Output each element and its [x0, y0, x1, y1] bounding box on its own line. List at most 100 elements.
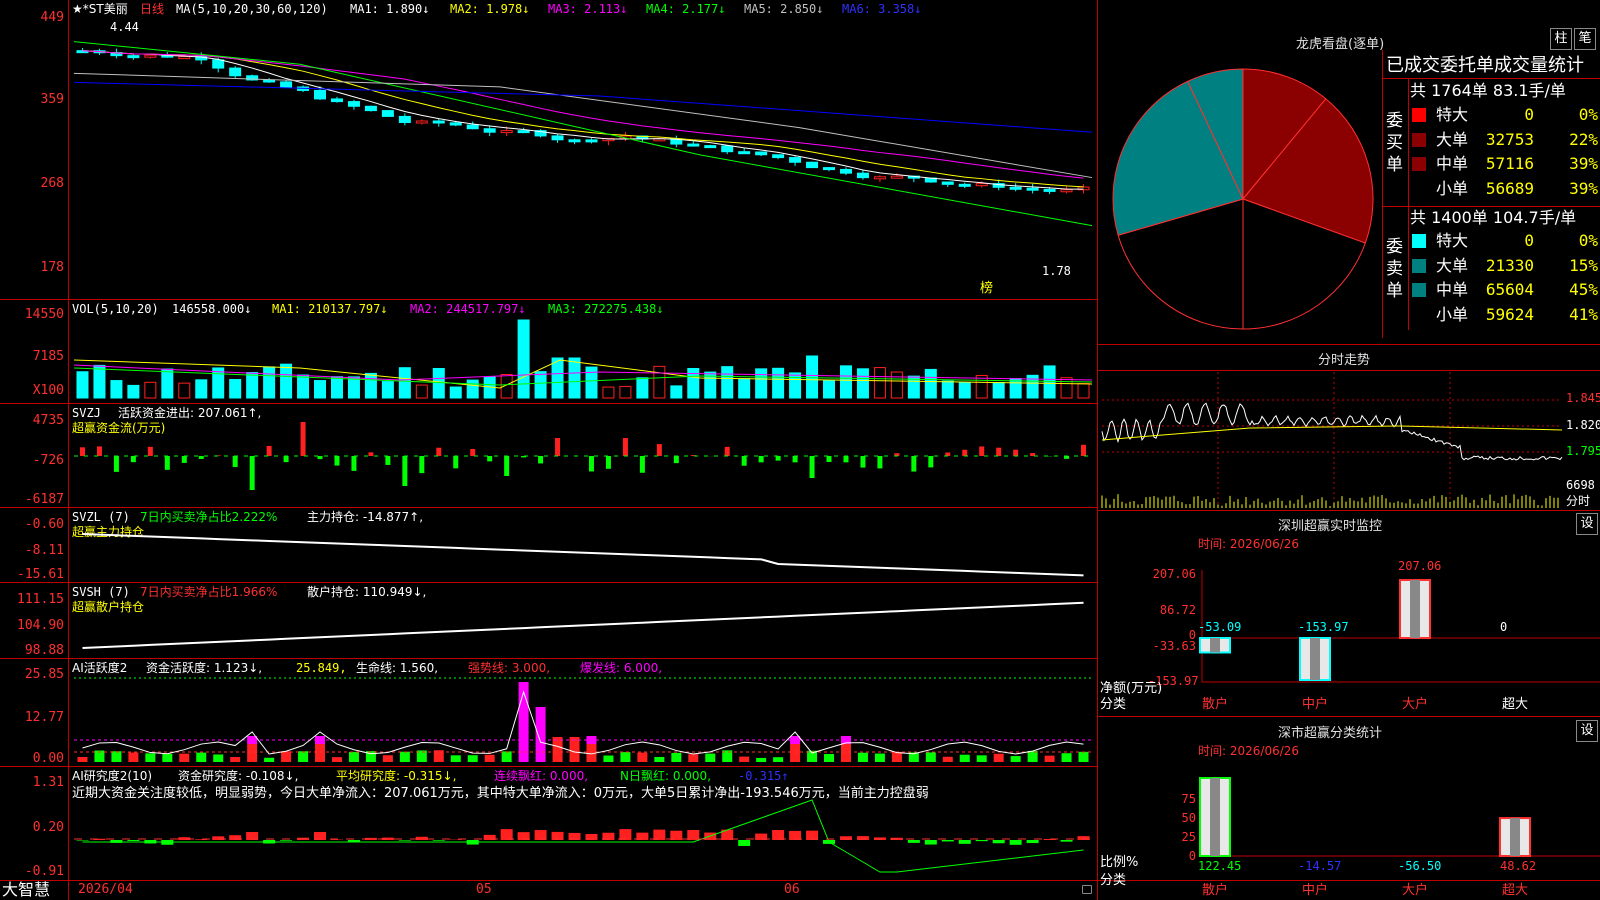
volume-bar: [924, 368, 937, 399]
buy-row-label: 中单: [1436, 154, 1469, 173]
candle-body: [280, 81, 293, 88]
candle-body: [806, 161, 819, 169]
buy-swatch: [1412, 108, 1426, 122]
svzj-bar: [283, 456, 289, 463]
volume-bar: [856, 368, 869, 399]
volume-bar: [1043, 365, 1056, 399]
ai1-bar: [790, 744, 801, 762]
volume-bar: [263, 366, 276, 399]
buy-row-value: 56689: [1485, 178, 1534, 198]
volume-bar: [687, 367, 700, 399]
svzj-bar: [826, 456, 832, 462]
volume-bar: [330, 376, 343, 399]
ai2-bar: [619, 829, 632, 840]
ai2-bar: [280, 840, 293, 841]
volume-bar: [551, 357, 564, 399]
ai1-bar: [688, 754, 699, 762]
szcy-val-4: 0: [1500, 620, 1508, 634]
svzj-bar: [181, 456, 187, 463]
sell-row-label: 特大: [1436, 231, 1469, 250]
ai1-bar: [331, 757, 342, 762]
sscy-settings-button[interactable]: 设: [1576, 720, 1598, 742]
ai1-bar: [162, 753, 173, 762]
sscy-y-tick-3: 25: [1181, 830, 1196, 844]
ai1-bar: [247, 744, 258, 762]
ai1-bar: [128, 752, 139, 762]
svzj-bar: [639, 456, 645, 473]
sscy-y-tick-4: 0: [1188, 849, 1196, 863]
candle-body: [687, 143, 700, 147]
svzj-bar: [385, 456, 391, 465]
sell-swatch: [1412, 308, 1426, 322]
svzj-bar: [419, 456, 425, 474]
volume-bar: [178, 382, 191, 399]
volume-bar: [1009, 378, 1022, 399]
svzj-bar: [300, 422, 306, 456]
szcy-xlabel: 分类: [1100, 697, 1127, 712]
szcy-val-3: 207.06: [1398, 559, 1442, 573]
ai2-bar: [941, 840, 954, 842]
pen-mode-button[interactable]: 笔: [1574, 28, 1596, 50]
fenshi-y-tick-1: 1.845: [1566, 391, 1600, 405]
ai1-activity-line: [82, 690, 1084, 755]
szcy-y-tick-4: -33.63: [1152, 639, 1196, 653]
ai1-bar: [569, 737, 580, 762]
candle-body: [1009, 186, 1022, 190]
ai1-bar: [501, 751, 512, 762]
buy-row-value: 0: [1524, 105, 1534, 124]
svzj-bar: [317, 456, 323, 460]
buy-row: 特大 0 0%: [1410, 104, 1600, 126]
ai1-bar: [535, 707, 546, 762]
svzj-bar: [877, 456, 883, 469]
volume-bar: [772, 367, 785, 399]
fenshi-avg-line: [1101, 425, 1563, 441]
buy-row: 大单 32753 22%: [1410, 129, 1600, 151]
candle-body: [839, 168, 852, 174]
buy-row-pct: 0%: [1578, 105, 1598, 124]
candle-body: [1026, 187, 1039, 191]
volume-bar: [721, 366, 734, 399]
volume-bar: [93, 364, 106, 399]
volume-bar: [212, 367, 225, 399]
candle-body: [890, 175, 903, 179]
volume-bar: [992, 381, 1005, 399]
bar-mode-button[interactable]: 柱: [1550, 28, 1572, 50]
svzj-bar: [402, 456, 408, 486]
sscy-xlabel: 分类: [1100, 873, 1127, 888]
volume-bar: [347, 376, 360, 399]
sscy-title: 深市超赢分类统计: [1278, 726, 1383, 741]
svzj-bar: [79, 447, 85, 456]
ai2-bar: [975, 840, 988, 842]
candle-body: [212, 59, 225, 69]
ai1-bar: [111, 751, 122, 762]
buy-row-label: 大单: [1436, 129, 1469, 149]
volume-bar: [602, 386, 615, 399]
volume-bar: [534, 371, 547, 399]
volume-bar: [110, 380, 123, 399]
candle-body: [704, 145, 717, 149]
ai1-bar: [942, 756, 953, 762]
ai2-bar: [958, 840, 971, 844]
sscy-time: 时间: 2026/06/26: [1198, 744, 1300, 758]
sell-row-label: 中单: [1436, 280, 1469, 299]
candle-body: [449, 122, 462, 126]
candle-body: [755, 151, 768, 156]
svzj-bar: [758, 456, 764, 463]
kline-charts[interactable]: [0, 0, 1600, 900]
volume-bar: [432, 367, 445, 399]
svzj-bar: [368, 452, 374, 456]
buy-row-pct: 39%: [1569, 178, 1598, 198]
volume-bar: [381, 381, 394, 399]
ai1-bar: [518, 682, 529, 762]
fenshi-price-line: [1101, 402, 1563, 461]
sell-row-pct: 15%: [1569, 255, 1598, 275]
szcy-settings-button[interactable]: 设: [1576, 513, 1598, 535]
volume-bar: [127, 384, 140, 399]
ai1-bar: [264, 757, 275, 762]
sell-header: 共 1400单 104.7手/单: [1410, 208, 1577, 227]
buy-side-label: 委买单: [1386, 111, 1403, 175]
ai1-bar: [857, 752, 868, 762]
sscy-val-1: 122.45: [1198, 859, 1242, 873]
lhb-table-title: 已成交委托单成交量统计: [1386, 55, 1584, 76]
candle-body: [229, 67, 242, 77]
